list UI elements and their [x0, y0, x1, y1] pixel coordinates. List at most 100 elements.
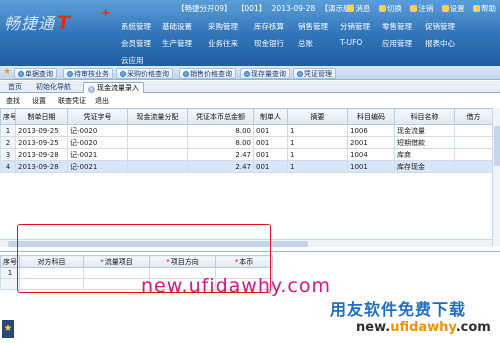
message-label: 消息 — [355, 4, 371, 13]
find-button[interactable]: 查找 — [6, 96, 20, 106]
logout-button[interactable]: 注销 — [410, 4, 433, 13]
quick-tab[interactable]: 采购价格查询 — [116, 68, 173, 79]
logo-plus: + — [101, 6, 111, 19]
cell-date: 2013-09-28 — [15, 160, 68, 173]
menu-item[interactable]: 零售管理 — [382, 21, 412, 32]
col-debit[interactable]: 借方 — [454, 108, 493, 125]
cell-summary: 1 — [287, 124, 348, 137]
cell-debit — [454, 124, 493, 137]
col-voucher-no[interactable]: 凭证字号 — [67, 108, 128, 125]
cell-account-name: 现金流量 — [394, 124, 455, 137]
menu-item[interactable]: 采购管理 — [208, 21, 238, 32]
menu-item[interactable]: 现金银行 — [254, 38, 284, 49]
table-row[interactable]: 2 2013-09-25 记-0020 8.00 001 1 2001 短期借款 — [0, 136, 493, 149]
menu-item[interactable]: 生产管理 — [162, 38, 192, 49]
message-button[interactable]: 消息 — [347, 4, 370, 13]
help-icon — [473, 5, 480, 12]
quick-tab-label: 销售价格查询 — [190, 70, 232, 78]
table-row[interactable]: 1 2013-09-25 记-0020 8.00 001 1 1006 现金流量 — [0, 124, 493, 137]
switch-button[interactable]: 切换 — [378, 4, 402, 13]
watermark-text: 用友软件免费下载 — [330, 300, 467, 319]
favorite-star-icon[interactable]: ★ — [2, 320, 14, 338]
tab-init-guide[interactable]: 初始化导航 — [32, 82, 75, 93]
cell-cashflow-alloc — [127, 148, 188, 161]
quick-tab[interactable]: 凭证管理 — [293, 68, 336, 79]
gear-icon — [441, 5, 449, 12]
logo-mark: T — [57, 12, 70, 34]
menu-item[interactable]: 总账 — [298, 38, 313, 49]
tab-home[interactable]: 首页 — [4, 82, 26, 93]
account-code: 【001】 — [236, 4, 267, 13]
col-creator[interactable]: 制单人 — [253, 108, 288, 125]
watermark-url: new.ufidawhy.com — [141, 275, 332, 297]
page-tabs: 首页 初始化导航 × 现金流量录入 — [0, 81, 500, 93]
quick-tab[interactable]: 待审核业务 — [63, 68, 113, 79]
watermark-part: .com — [455, 320, 491, 335]
quick-tab-label: 现存量查询 — [251, 70, 286, 78]
quick-tab[interactable]: 销售价格查询 — [179, 68, 236, 79]
cell-cashflow-alloc — [127, 124, 188, 137]
col-date[interactable]: 制单日期 — [15, 108, 68, 125]
settings-tool-button[interactable]: 设置 — [32, 96, 46, 106]
cell-voucher-no: 记-0021 — [67, 160, 128, 173]
menu-item[interactable]: 库存核算 — [254, 21, 284, 32]
logout-icon — [410, 5, 418, 12]
login-date: 2013-09-28 — [271, 4, 316, 13]
scroll-thumb[interactable] — [494, 126, 500, 166]
cell-account-code: 2001 — [347, 136, 395, 149]
menu-item[interactable]: 应用管理 — [382, 38, 412, 49]
col-summary[interactable]: 摘要 — [287, 108, 348, 125]
switch-label: 切换 — [386, 4, 402, 13]
menu-item[interactable]: 报表中心 — [425, 38, 455, 49]
cell-summary: 1 — [287, 160, 348, 173]
quick-tab[interactable]: 现存量查询 — [240, 68, 290, 79]
menu-item[interactable]: T-UFO — [340, 38, 362, 47]
col-account-code[interactable]: 科目编码 — [347, 108, 395, 125]
cell-account-code: 1004 — [347, 148, 395, 161]
tab-dot-icon — [120, 71, 126, 77]
quick-tab-label: 单据查询 — [25, 70, 53, 78]
table-row[interactable]: 3 2013-09-28 记-0021 2.47 001 1 1004 库商 — [0, 148, 493, 161]
tab-cashflow-entry[interactable]: × 现金流量录入 — [83, 82, 144, 93]
col-cashflow-alloc[interactable]: 现金流量分配 — [127, 108, 188, 125]
cell-voucher-no: 记-0021 — [67, 148, 128, 161]
help-button[interactable]: 帮助 — [473, 4, 496, 13]
menu-item[interactable]: 云应用 — [121, 55, 144, 66]
menu-item[interactable]: 基础设置 — [162, 21, 192, 32]
app-logo: 畅捷通 T + — [4, 6, 110, 40]
settings-button[interactable]: 设置 — [441, 4, 465, 13]
menu-item[interactable]: 系统管理 — [121, 21, 151, 32]
menu-item[interactable]: 销售管理 — [298, 21, 328, 32]
cell-voucher-no: 记-0020 — [67, 124, 128, 137]
cell-summary: 1 — [287, 136, 348, 149]
close-icon[interactable]: × — [88, 86, 95, 93]
tab-dot-icon — [18, 71, 24, 77]
menu-item[interactable]: 分销管理 — [340, 21, 370, 32]
quick-tab[interactable]: 单据查询 — [14, 68, 57, 79]
col-total-amount[interactable]: 凭证本币总金额 — [187, 108, 254, 125]
tab-cashflow-entry-label: 现金流量录入 — [97, 84, 139, 92]
cell-date: 2013-09-25 — [15, 136, 68, 149]
account-name: 【畅捷分开09】 — [177, 4, 232, 13]
row-index: 1 — [0, 124, 16, 137]
cell-cashflow-alloc — [127, 136, 188, 149]
cell-account-name: 库存现金 — [394, 160, 455, 173]
menu-item[interactable]: 会员管理 — [121, 38, 151, 49]
cell-summary: 1 — [287, 148, 348, 161]
grid-header-row: 序号 制单日期 凭证字号 现金流量分配 凭证本币总金额 制单人 摘要 科目编码 … — [0, 108, 493, 125]
cell-total-amount: 8.00 — [187, 136, 254, 149]
toolbar: 查找 设置 联查凭证 退出 — [0, 94, 500, 106]
account-info: 【畅捷分开09】 【001】 2013-09-28 【演示版】 — [177, 3, 361, 14]
col-account-name[interactable]: 科目名称 — [394, 108, 455, 125]
menu-item[interactable]: 业务往来 — [208, 38, 238, 49]
cell-total-amount: 8.00 — [187, 124, 254, 137]
link-voucher-button[interactable]: 联查凭证 — [58, 96, 86, 106]
col-index[interactable]: 序号 — [0, 108, 16, 125]
menu-item[interactable]: 促销管理 — [425, 21, 455, 32]
vertical-scrollbar[interactable] — [492, 108, 500, 246]
table-row-selected[interactable]: 4 2013-09-28 记-0021 2.47 001 1 1001 库存现金 — [0, 160, 493, 173]
star-icon[interactable]: ★ — [3, 68, 11, 77]
exit-button[interactable]: 退出 — [95, 96, 109, 106]
watermark-part: new. — [356, 320, 391, 335]
settings-label: 设置 — [449, 4, 465, 13]
